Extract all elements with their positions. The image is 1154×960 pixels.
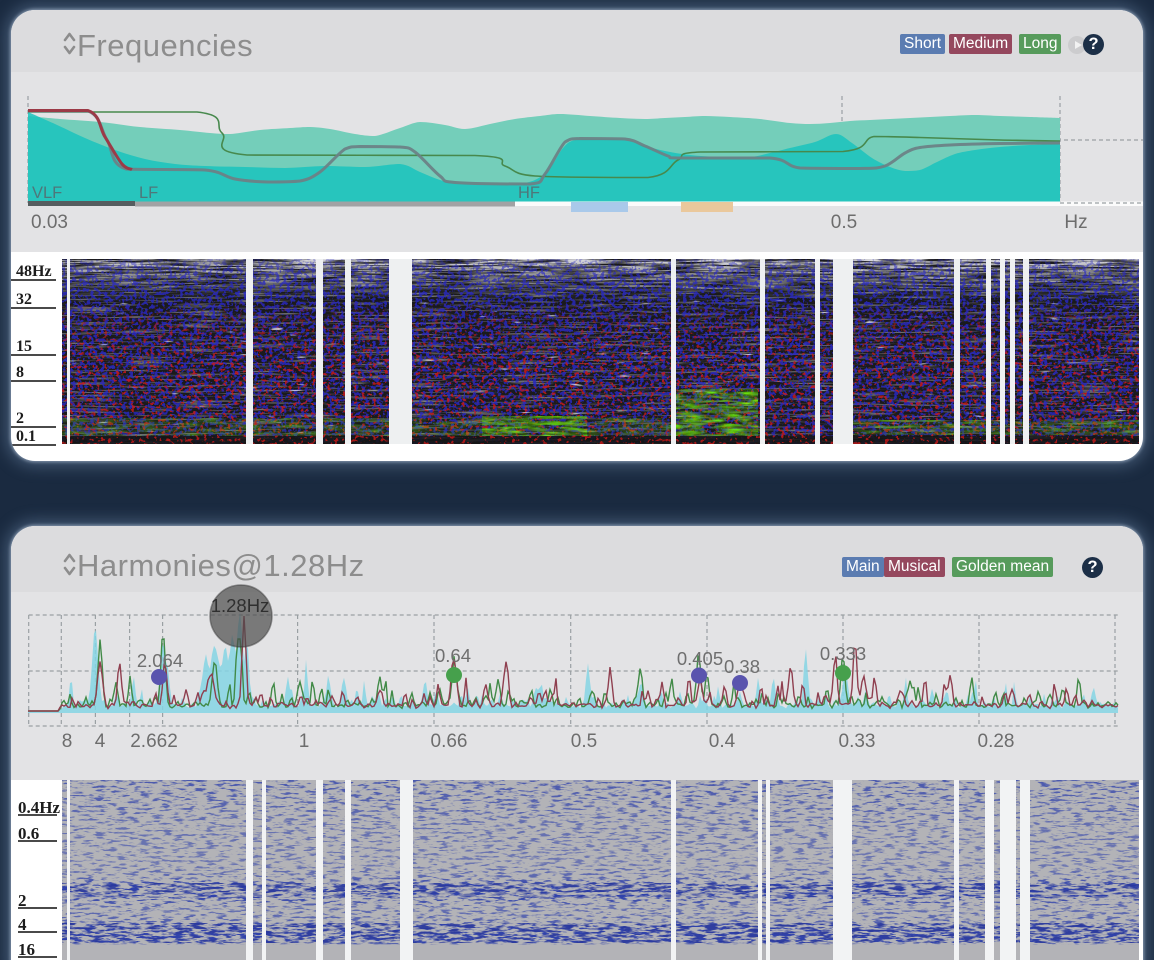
- svg-text:0.03: 0.03: [31, 212, 68, 233]
- svg-text:0.5: 0.5: [571, 731, 597, 752]
- svg-text:0.38: 0.38: [724, 656, 760, 677]
- svg-text:0.333: 0.333: [820, 643, 866, 664]
- svg-text:0.5: 0.5: [831, 212, 857, 233]
- svg-text:LF: LF: [139, 184, 158, 202]
- svg-text:8: 8: [62, 731, 73, 752]
- svg-text:Hz: Hz: [1064, 212, 1087, 233]
- svg-text:0.64: 0.64: [435, 645, 471, 666]
- svg-text:0.4: 0.4: [709, 731, 736, 752]
- svg-text:2.064: 2.064: [137, 650, 183, 671]
- svg-text:VLF: VLF: [32, 184, 62, 202]
- svg-text:0.405: 0.405: [677, 648, 723, 669]
- svg-text:2.662: 2.662: [130, 731, 178, 752]
- svg-text:1.28Hz: 1.28Hz: [211, 595, 270, 616]
- svg-text:0.28: 0.28: [978, 731, 1015, 752]
- svg-text:0.33: 0.33: [839, 731, 876, 752]
- svg-text:0.66: 0.66: [431, 731, 468, 752]
- svg-text:HF: HF: [518, 184, 540, 202]
- svg-text:1: 1: [299, 731, 310, 752]
- svg-text:4: 4: [95, 731, 106, 752]
